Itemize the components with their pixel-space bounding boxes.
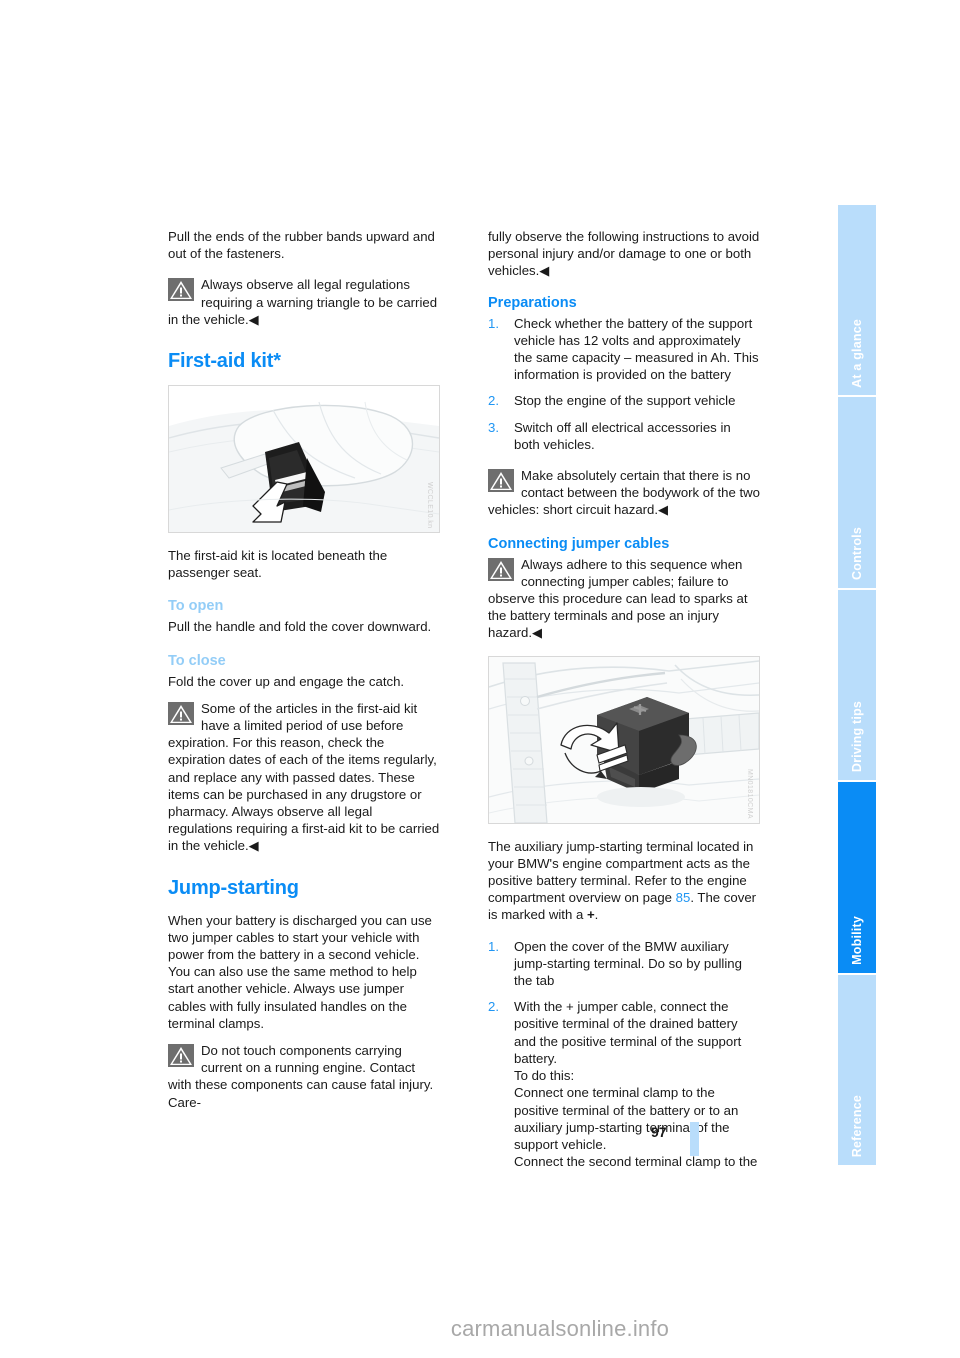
tab-label: Reference [849,1094,864,1158]
list-text: Switch off all electrical accessories in… [514,419,731,452]
manual-page: At a glance Controls Driving tips Mobili… [0,0,960,1358]
watermark-text: carmanualsonline.info [450,1316,670,1341]
list-number: 3. [488,419,499,435]
warning-triangle-icon [488,469,514,493]
heading-first-aid-kit: First-aid kit* [168,350,281,373]
plus-symbol: + [586,907,595,923]
warning-text: Do not touch components carrying current… [168,1043,434,1110]
to-open-paragraph: Pull the handle and fold the cover downw… [168,619,432,635]
warning-triangle-icon [168,1044,194,1068]
warning-block-cable-sequence: Always adhere to this sequence when conn… [488,556,760,642]
tab-mobility[interactable]: Mobility [838,782,876,975]
tab-label: Mobility [849,915,864,965]
intro-paragraph: Pull the ends of the rubber bands upward… [168,229,435,262]
page-number: 97 [651,1124,667,1140]
right-text-column: fully observe the following instructions… [488,228,760,1184]
warning-triangle-icon [488,557,514,581]
warning-block-first-aid-expiry: Some of the articles in the first-aid ki… [168,700,440,855]
warning-text: Always adhere to this sequence when conn… [488,556,748,641]
figure-jump-start-terminal: MN01810CMA [488,655,760,824]
list-number: 1. [488,315,499,331]
preparations-step-list: 1. Check whether the battery of the supp… [488,315,760,453]
heading-jump-starting: Jump-starting [168,876,299,899]
warning-triangle-icon [168,701,194,725]
site-watermark: carmanualsonline.info [0,1316,960,1342]
continuation-paragraph: fully observe the following instructions… [488,229,760,279]
list-item: 2. Stop the engine of the support vehicl… [488,392,760,409]
subheading-to-open: To open [168,598,224,615]
list-text: Open the cover of the BMW auxiliary jump… [514,938,742,989]
first-aid-location-paragraph: The first-aid kit is located beneath the… [168,548,388,581]
list-item: 3. Switch off all electrical accessories… [488,419,760,453]
list-item: 1. Open the cover of the BMW auxiliary j… [488,938,760,990]
list-number: 1. [488,938,499,954]
list-item: 1. Check whether the battery of the supp… [488,315,760,384]
warning-text: Some of the articles in the first-aid ki… [168,700,440,854]
subheading-to-close: To close [168,652,226,669]
figure-code: MN01810CMA [746,768,753,819]
left-text-column: Pull the ends of the rubber bands upward… [168,228,440,1125]
to-close-paragraph: Fold the cover up and engage the catch. [168,673,405,689]
warning-triangle-icon [168,278,194,302]
page-cross-reference[interactable]: 85 [676,890,691,905]
list-number: 2. [488,393,499,409]
warning-text: Make absolutely certain that there is no… [488,468,760,518]
page-number-bar [690,1122,699,1156]
list-text: Check whether the battery of the support… [514,315,759,383]
aux-terminal-paragraph: The auxiliary jump-starting terminal loc… [488,838,760,924]
list-number: 2. [488,999,499,1015]
warning-block-bodywork-contact: Make absolutely certain that there is no… [488,467,760,519]
warning-text: Always observe all legal regulations req… [168,277,438,327]
heading-connecting-jumper-cables: Connecting jumper cables [488,535,670,552]
heading-preparations: Preparations [488,294,577,311]
tab-label: At a glance [849,318,864,388]
tab-label: Driving tips [849,701,864,773]
figure-code: WCCLE10.kn [426,481,433,529]
tab-label: Controls [849,526,864,580]
first-aid-kit-illustration [169,386,439,533]
jump-start-terminal-illustration [489,656,759,823]
connecting-step-list: 1. Open the cover of the BMW auxiliary j… [488,938,760,1171]
figure-first-aid-kit-location: WCCLE10.kn [168,385,440,534]
jump-starting-paragraph: When your battery is discharged you can … [168,912,432,1031]
list-text: With the + jumper cable, connect the pos… [514,999,758,1170]
warning-block-legal-triangle: Always observe all legal regulations req… [168,276,440,328]
tab-controls[interactable]: Controls [838,397,876,590]
list-item: 2. With the + jumper cable, connect the … [488,998,760,1170]
tab-driving-tips[interactable]: Driving tips [838,589,876,783]
warning-block-live-components: Do not touch components carrying current… [168,1042,440,1111]
tab-at-a-glance[interactable]: At a glance [838,205,876,398]
section-tab-rail: At a glance Controls Driving tips Mobili… [838,205,876,1166]
tab-reference[interactable]: Reference [838,974,876,1166]
list-text: Stop the engine of the support vehicle [514,393,736,409]
aux-terminal-text-3: . [594,907,599,923]
